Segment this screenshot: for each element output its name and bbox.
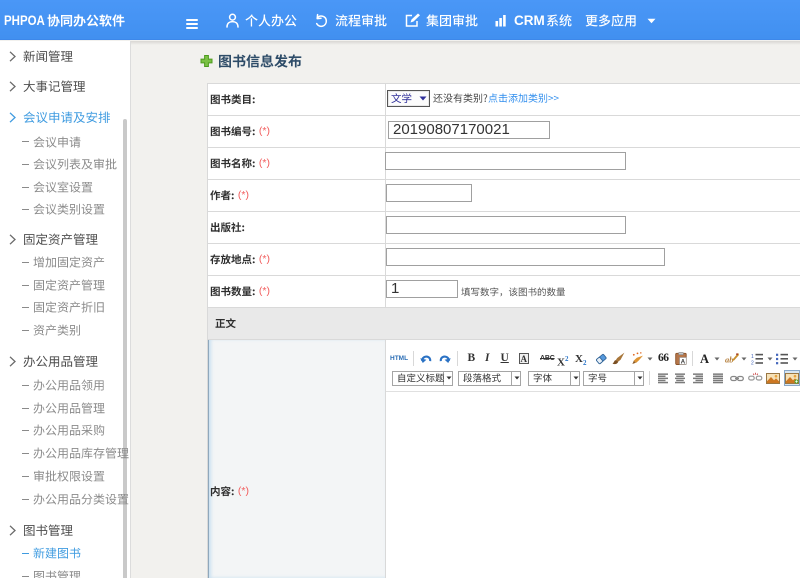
svg-text:ab: ab bbox=[725, 355, 734, 365]
svg-text:A: A bbox=[681, 359, 686, 365]
svg-text:2: 2 bbox=[751, 360, 754, 364]
svg-text:1: 1 bbox=[751, 353, 754, 359]
